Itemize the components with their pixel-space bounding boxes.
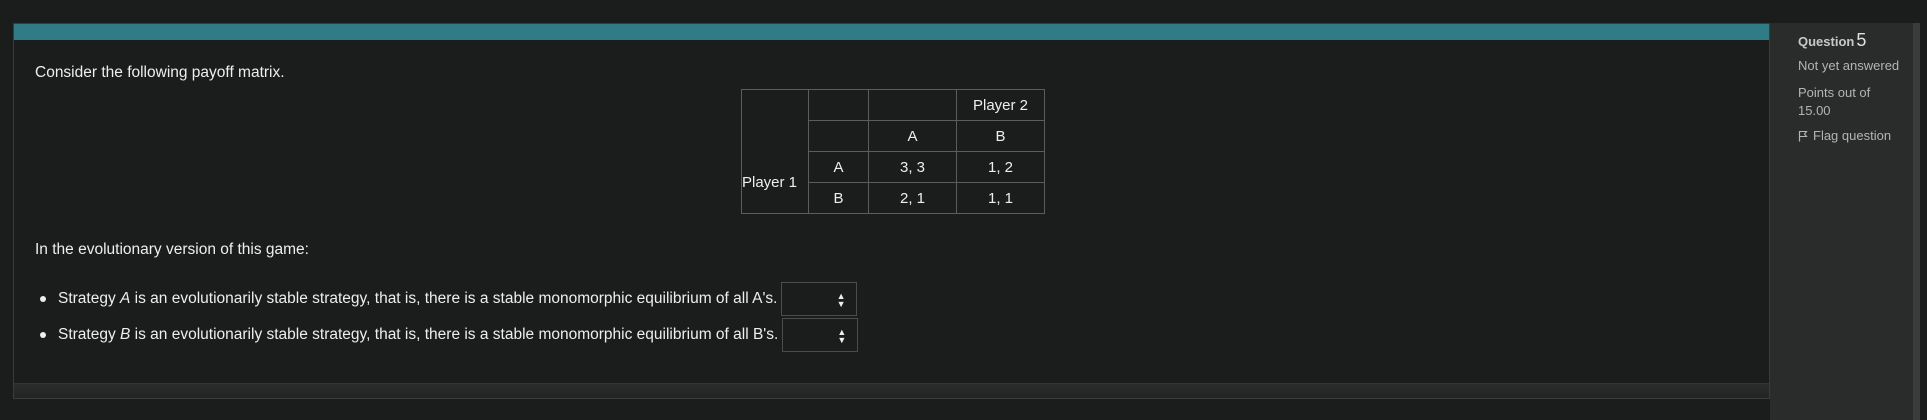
payoff-cell-ba: 2, 1 xyxy=(868,182,957,214)
flag-question-link[interactable]: Flag question xyxy=(1798,128,1891,143)
answer-select-b[interactable]: ▲ ▼ xyxy=(782,318,859,352)
payoff-cell-aa: 3, 3 xyxy=(868,151,957,183)
question-intro: Consider the following payoff matrix. xyxy=(35,64,285,81)
row-header-b: B xyxy=(808,182,869,214)
select-arrows-icon: ▲ ▼ xyxy=(837,327,847,345)
evolutionary-intro: In the evolutionary version of this game… xyxy=(35,241,309,258)
panel-footer xyxy=(14,383,1769,398)
question-number: Question 5 xyxy=(1798,30,1867,50)
row-header-a: A xyxy=(808,151,869,183)
bullet xyxy=(40,296,46,302)
statement-text: Strategy A is an evolutionarily stable s… xyxy=(58,290,778,307)
flag-icon xyxy=(1798,130,1808,141)
statement-text: Strategy B is an evolutionarily stable s… xyxy=(58,326,779,343)
matrix-empty-cell xyxy=(808,120,869,152)
answer-status: Not yet answered xyxy=(1798,58,1900,73)
payoff-matrix: Player 2 A B Player 1 A 3, 3 1, 2 B 2, 1… xyxy=(741,89,1045,214)
question-panel: Consider the following payoff matrix. Pl… xyxy=(13,23,1770,399)
question-info-panel: Question 5 Not yet answered Points out of… xyxy=(1770,23,1920,420)
payoff-cell-bb: 1, 1 xyxy=(956,182,1045,214)
question-header-bar xyxy=(14,24,1769,40)
panel-scrollbar[interactable] xyxy=(1913,23,1920,420)
flag-question-label: Flag question xyxy=(1813,128,1892,143)
col-header-b: B xyxy=(956,120,1045,152)
points-info: Points out of 15.00 xyxy=(1798,85,1871,118)
payoff-cell-ab: 1, 2 xyxy=(956,151,1045,183)
matrix-corner xyxy=(741,89,809,152)
statement-item: Strategy B is an evolutionarily stable s… xyxy=(35,318,859,352)
matrix-empty-cell xyxy=(808,89,869,121)
select-arrows-icon: ▲ ▼ xyxy=(836,291,846,309)
statement-item: Strategy A is an evolutionarily stable s… xyxy=(35,282,858,316)
matrix-empty-cell xyxy=(868,89,957,121)
player2-label: Player 2 xyxy=(956,89,1045,121)
bullet xyxy=(40,332,46,338)
answer-select-a[interactable]: ▲ ▼ xyxy=(781,282,858,316)
col-header-a: A xyxy=(868,120,957,152)
player1-label: Player 1 xyxy=(741,151,809,214)
